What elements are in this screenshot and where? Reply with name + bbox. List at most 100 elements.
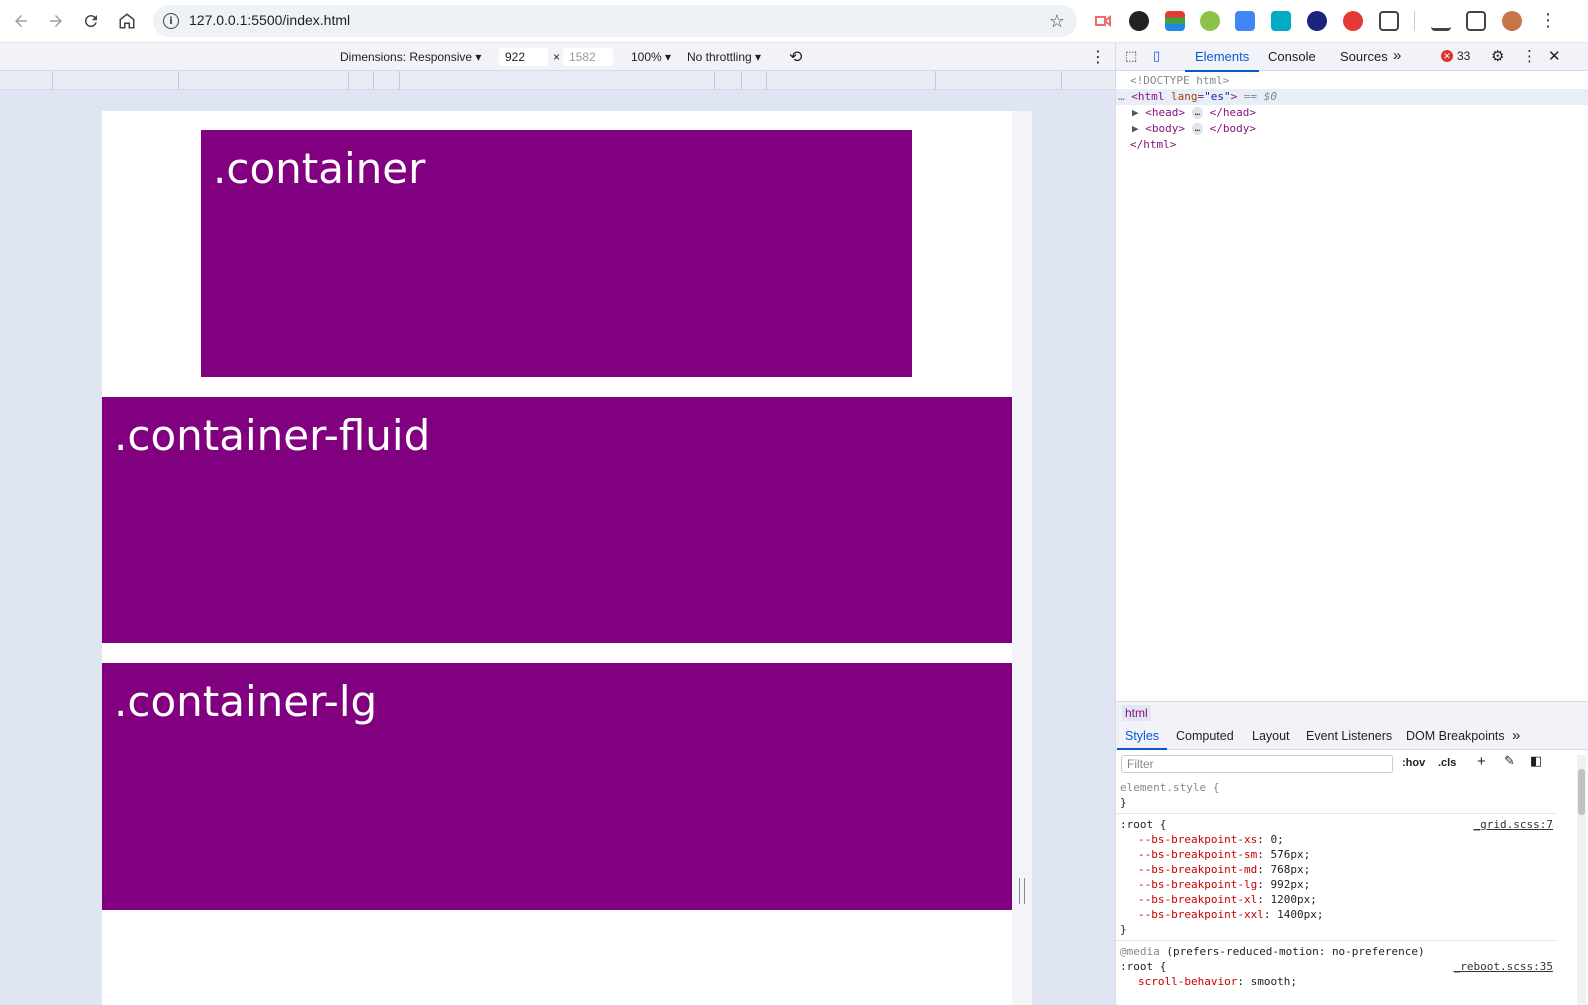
extension-dark-icon[interactable] (1129, 11, 1149, 31)
resize-handle[interactable] (1019, 878, 1025, 904)
throttling-dropdown[interactable]: No throttling ▾ (687, 50, 761, 64)
times-sign: × (553, 50, 561, 64)
arrow-left-icon (15, 15, 27, 27)
css-var-line[interactable]: --bs-breakpoint-xxl: 1400px; (1116, 907, 1557, 922)
zoom-dropdown[interactable]: 100% ▾ (631, 50, 671, 64)
dom-doctype[interactable]: <!DOCTYPE html> (1116, 73, 1588, 89)
css-var-line[interactable]: --bs-breakpoint-lg: 992px; (1116, 877, 1557, 892)
error-icon: ✕ (1441, 50, 1453, 62)
browser-toolbar: i 127.0.0.1:5500/index.html ☆ ⋮ (0, 0, 1588, 43)
css-var-line[interactable]: --bs-breakpoint-xl: 1200px; (1116, 892, 1557, 907)
devtools-tab-bar: ⬚ ▯ Elements Console Sources » ✕ 33 ⚙ ⋮ … (1116, 43, 1588, 72)
container-lg-label: .container-lg (114, 677, 378, 726)
arrow-right-icon (50, 15, 62, 27)
root-rule-selector[interactable]: :root {_grid.scss:7 (1116, 817, 1557, 832)
container-lg-block: .container-lg (102, 663, 1012, 910)
tab-elements[interactable]: Elements (1184, 49, 1260, 72)
settings-gear-icon[interactable]: ⚙ (1491, 47, 1504, 65)
dom-html-close[interactable]: </html> (1116, 137, 1588, 153)
error-count: 33 (1457, 49, 1471, 63)
dom-body-node[interactable]: ▶ <body> … </body> (1116, 121, 1588, 137)
styles-subtab-bar: Styles Computed Layout Event Listeners D… (1116, 723, 1588, 750)
home-icon (119, 13, 135, 29)
paint-brush-icon[interactable]: ✎ (1504, 753, 1515, 769)
new-rule-icon[interactable]: + (1477, 753, 1486, 770)
site-info-icon[interactable]: i (163, 13, 179, 29)
extension-translate-icon[interactable] (1235, 11, 1255, 31)
more-subtabs-icon[interactable]: » (1512, 727, 1520, 744)
devtools-more-icon[interactable]: ⋮ (1522, 47, 1537, 65)
rotate-icon[interactable]: ⟲ (789, 47, 802, 67)
tab-event-listeners[interactable]: Event Listeners (1306, 729, 1392, 743)
extension-save-icon[interactable] (1271, 11, 1291, 31)
error-counter[interactable]: ✕ 33 (1441, 49, 1470, 63)
styles-scrollbar[interactable] (1577, 755, 1586, 1005)
styles-filter-bar: Filter :hov .cls + ✎ ◧ (1116, 751, 1588, 777)
tab-console[interactable]: Console (1268, 49, 1316, 64)
scroll-behavior-line[interactable]: scroll-behavior: smooth; (1116, 974, 1557, 989)
breadcrumb: html (1116, 701, 1588, 723)
toolbar-separator (1414, 11, 1415, 31)
grid-scss-source-link[interactable]: _grid.scss:7 (1474, 817, 1553, 832)
dom-head-node[interactable]: ▶ <head> … </head> (1116, 105, 1588, 121)
reboot-scss-source-link[interactable]: _reboot.scss:35 (1454, 959, 1553, 974)
container-fluid-block: .container-fluid (102, 397, 1012, 643)
device-toggle-icon[interactable]: ▯ (1153, 48, 1160, 64)
home-button[interactable] (115, 9, 139, 33)
sidebar-toggle-icon[interactable]: ◧ (1530, 753, 1542, 769)
dimensions-dropdown[interactable]: Dimensions: Responsive ▾ (340, 50, 481, 64)
css-var-line[interactable]: --bs-breakpoint-sm: 576px; (1116, 847, 1557, 862)
reload-icon (84, 15, 97, 28)
height-input[interactable]: 1582 (563, 48, 613, 66)
media-query-line: @media (prefers-reduced-motion: no-prefe… (1120, 945, 1425, 958)
bookmark-star-icon[interactable]: ☆ (1049, 11, 1065, 32)
extension-star-icon[interactable] (1200, 11, 1220, 31)
expand-arrow-icon: ▶ (1132, 106, 1139, 119)
rule-close: } (1120, 796, 1127, 809)
dom-html-node[interactable]: … <html lang="es"> == $0 (1116, 89, 1588, 105)
address-bar[interactable]: i 127.0.0.1:5500/index.html ☆ (153, 5, 1077, 37)
tab-dom-breakpoints[interactable]: DOM Breakpoints (1406, 729, 1505, 743)
css-var-line[interactable]: --bs-breakpoint-xs: 0; (1116, 832, 1557, 847)
cls-toggle[interactable]: .cls (1438, 757, 1456, 769)
reload-button[interactable] (79, 9, 103, 33)
dom-tree: <!DOCTYPE html> … <html lang="es"> == $0… (1116, 73, 1588, 153)
extensions-puzzle-icon[interactable] (1379, 11, 1399, 31)
css-var-line[interactable]: --bs-breakpoint-md: 768px; (1116, 862, 1557, 877)
profile-avatar[interactable] (1502, 11, 1522, 31)
styles-filter-input[interactable]: Filter (1121, 755, 1393, 773)
device-more-icon[interactable]: ⋮ (1090, 47, 1106, 67)
viewport-resize-gutter[interactable] (1012, 111, 1032, 1005)
side-panel-icon[interactable] (1466, 11, 1486, 31)
browser-menu-icon[interactable]: ⋮ (1538, 11, 1558, 31)
device-viewport: .container .container-fluid .container-l… (0, 90, 1115, 1005)
tab-sources[interactable]: Sources (1340, 49, 1388, 64)
root2-rule-selector[interactable]: :root {_reboot.scss:35 (1116, 959, 1557, 974)
tab-layout[interactable]: Layout (1252, 729, 1290, 743)
extension-hex-icon[interactable] (1307, 11, 1327, 31)
more-tabs-icon[interactable]: » (1393, 47, 1401, 64)
devtools-panel: ⬚ ▯ Elements Console Sources » ✕ 33 ⚙ ⋮ … (1115, 43, 1588, 1005)
url-text[interactable]: 127.0.0.1:5500/index.html (189, 12, 350, 28)
element-style-rule[interactable]: element.style { (1116, 780, 1557, 795)
tab-styles[interactable]: Styles (1116, 729, 1168, 750)
extension-layers-icon[interactable] (1165, 11, 1185, 31)
extension-face-icon[interactable] (1343, 11, 1363, 31)
rule-close: } (1120, 923, 1127, 936)
container-label: .container (213, 144, 426, 193)
styles-pane: element.style { } :root {_grid.scss:7 --… (1116, 780, 1557, 989)
tab-computed[interactable]: Computed (1176, 729, 1234, 743)
inspect-element-icon[interactable]: ⬚ (1125, 48, 1137, 64)
forward-button[interactable] (44, 9, 68, 33)
media-query-ruler (0, 71, 1115, 90)
hov-toggle[interactable]: :hov (1402, 757, 1425, 769)
extension-video-icon[interactable] (1093, 11, 1113, 31)
container-block: .container (201, 130, 912, 377)
media-controls-icon[interactable] (1431, 11, 1451, 31)
container-fluid-label: .container-fluid (114, 411, 431, 460)
width-input[interactable]: 922 (499, 48, 548, 66)
back-button[interactable] (9, 9, 33, 33)
scrollbar-thumb[interactable] (1578, 769, 1585, 815)
breadcrumb-html[interactable]: html (1122, 705, 1151, 721)
close-devtools-icon[interactable]: ✕ (1548, 47, 1561, 65)
